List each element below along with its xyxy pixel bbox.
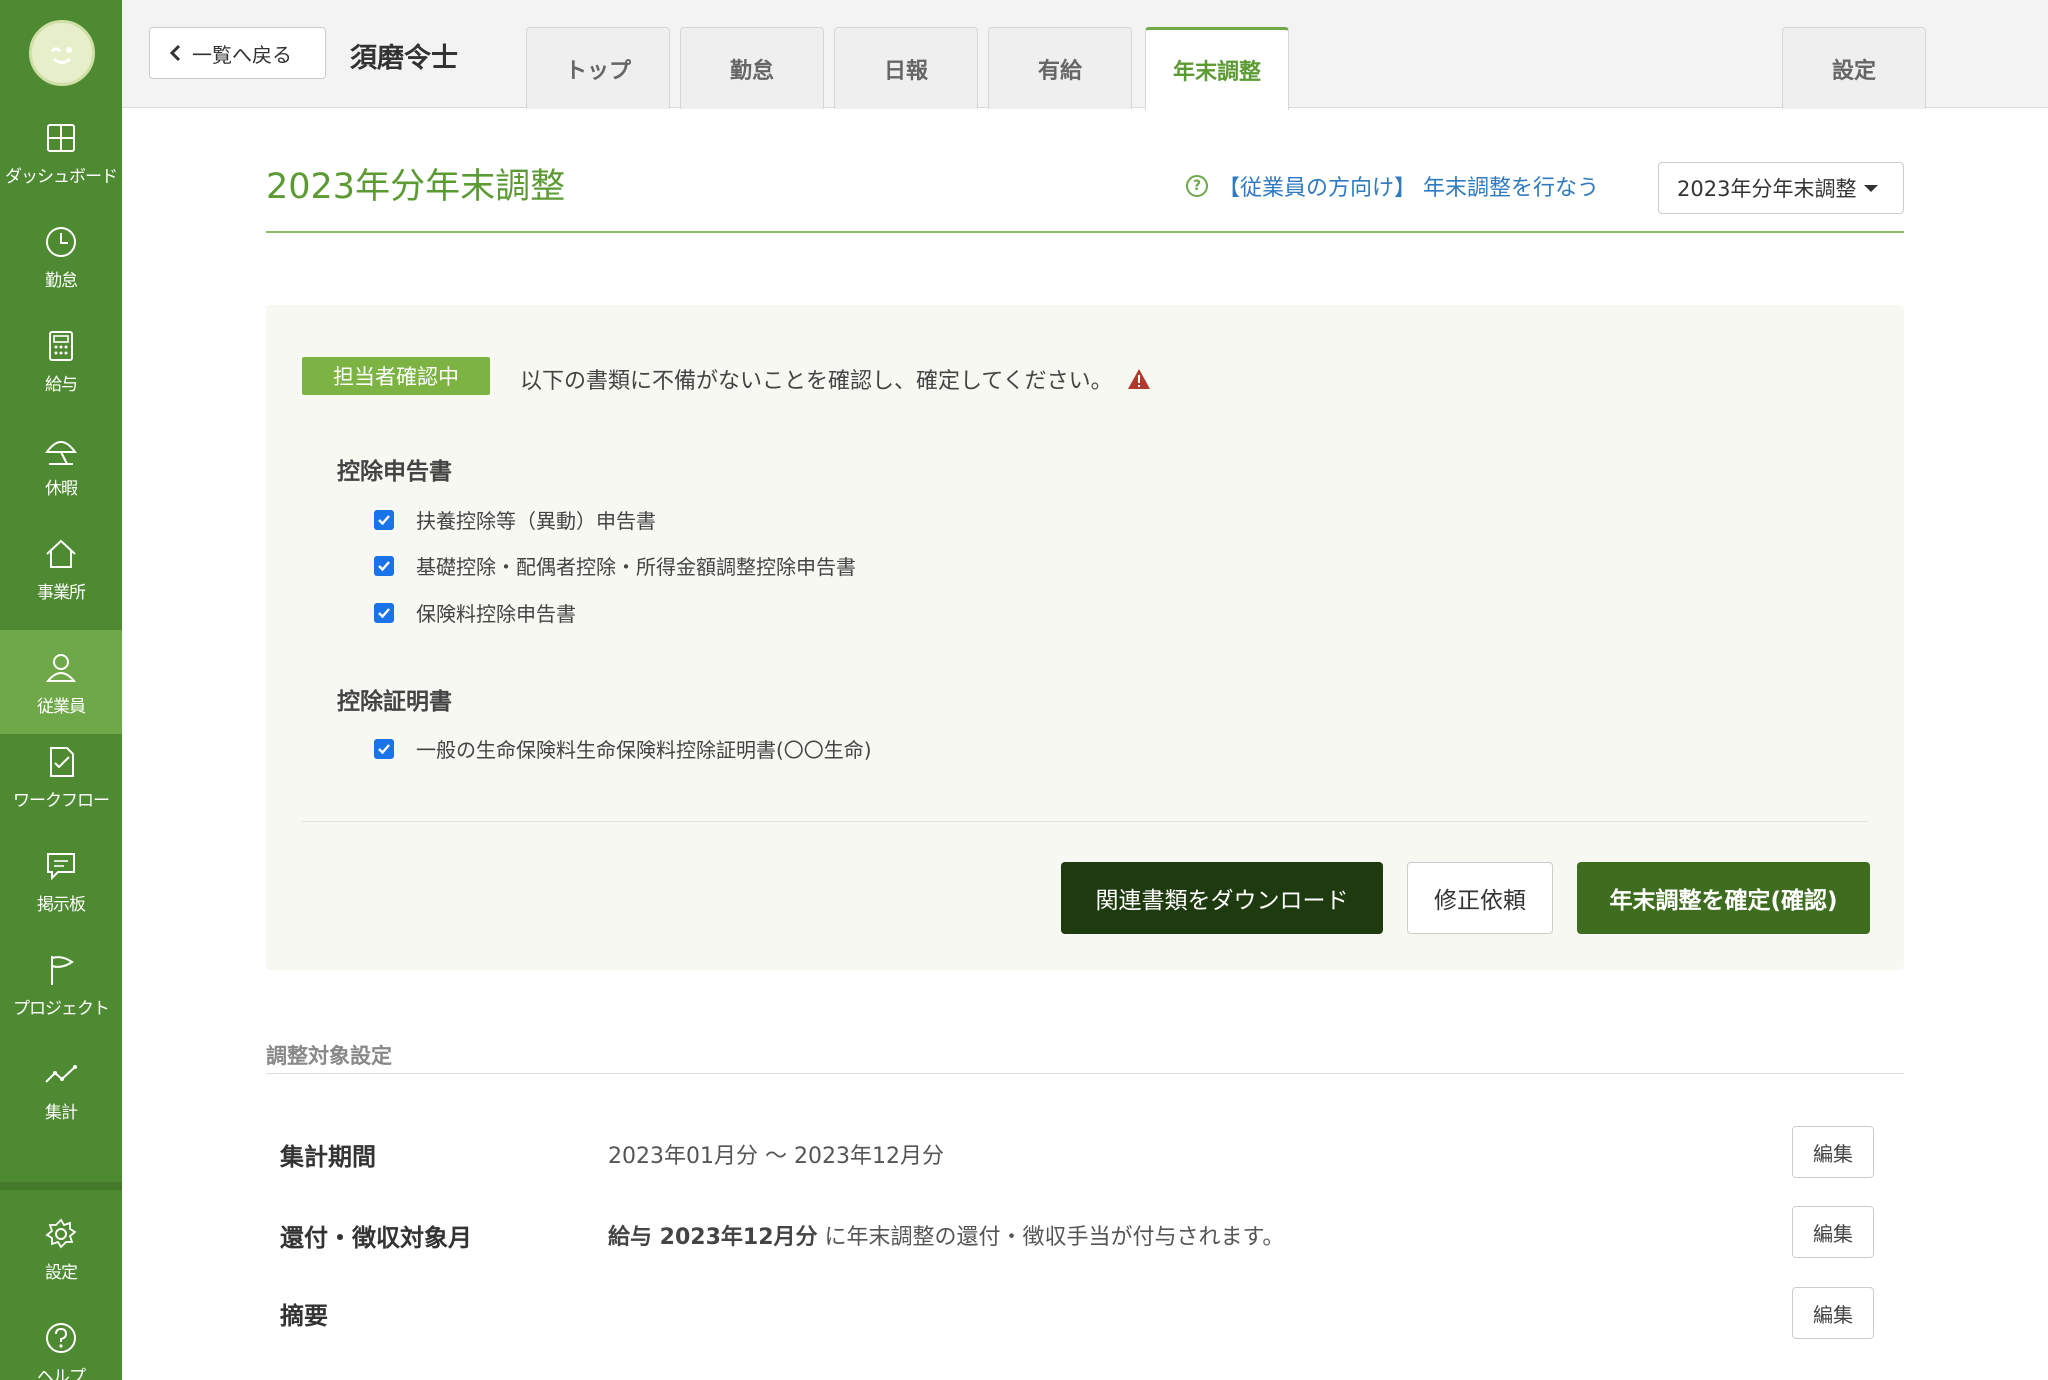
top-bar: 一覧へ戻る 須磨令士 トップ 勤怠 日報 有給 年末調整 設定: [122, 0, 2048, 110]
check-icon: [378, 607, 390, 618]
sidebar-item-workflow[interactable]: ワークフロー: [0, 724, 122, 828]
document-item-label: 基礎控除・配偶者控除・所得金額調整控除申告書: [416, 555, 856, 579]
document-item[interactable]: 基礎控除・配偶者控除・所得金額調整控除申告書: [374, 551, 856, 580]
gear-icon: [45, 1218, 77, 1248]
document-item[interactable]: 扶養控除等（異動）申告書: [374, 505, 656, 534]
sidebar-item-label: 事業所: [37, 582, 86, 603]
check-icon: [378, 514, 390, 525]
help-circle-icon: [46, 1322, 76, 1353]
flag-icon: [51, 955, 74, 985]
home-icon: [46, 539, 76, 568]
year-select-value: 2023年分年末調整: [1677, 177, 1857, 201]
wink-face-icon: [50, 47, 72, 64]
sidebar-item-payroll[interactable]: 給与: [0, 308, 122, 412]
umbrella-icon: [45, 440, 77, 465]
app-logo[interactable]: [29, 20, 95, 86]
sidebar: ダッシュボード 勤怠 給与 休暇 事業所 従業員 ワークフロー 掲示板 プロジェ…: [0, 0, 122, 1380]
employee-guide-link[interactable]: ? 【従業員の方向け】 年末調整を行なう: [1186, 170, 1599, 202]
back-button-label: 一覧へ戻る: [192, 42, 292, 67]
tab-paid-leave[interactable]: 有給: [988, 27, 1132, 109]
document-item-label: 保険料控除申告書: [416, 602, 576, 626]
sidebar-item-label: 設定: [45, 1262, 78, 1283]
sidebar-item-leave[interactable]: 休暇: [0, 412, 122, 516]
tab-top[interactable]: トップ: [526, 27, 670, 109]
period-value: 2023年01月分 〜 2023年12月分: [608, 1144, 944, 1169]
panel-divider: [302, 821, 1868, 822]
request-fix-button[interactable]: 修正依頼: [1407, 862, 1553, 934]
status-message-text: 以下の書類に不備がないことを確認し、確定してください。: [520, 369, 1113, 394]
edit-summary-button[interactable]: 編集: [1792, 1287, 1874, 1339]
check-icon: [378, 560, 390, 571]
person-icon: [45, 653, 77, 682]
status-message: 以下の書類に不備がないことを確認し、確定してください。: [520, 363, 1151, 395]
tab-year-end-adjustment[interactable]: 年末調整: [1145, 27, 1289, 110]
sidebar-item-reports[interactable]: 集計: [0, 1036, 122, 1140]
checkbox-checked[interactable]: [374, 509, 394, 530]
sidebar-item-label: 給与: [45, 374, 78, 395]
sidebar-item-project[interactable]: プロジェクト: [0, 932, 122, 1036]
chevron-left-icon: [169, 44, 181, 62]
sidebar-item-label: 休暇: [45, 478, 78, 499]
section-heading-deduction-forms: 控除申告書: [337, 459, 452, 485]
target-month-note: に年末調整の還付・徴収手当が付与されます。: [824, 1225, 1285, 1250]
title-divider: [266, 231, 1904, 233]
sidebar-item-dashboard[interactable]: ダッシュボード: [0, 100, 122, 204]
summary-label: 摘要: [280, 1302, 328, 1330]
sidebar-item-label: ワークフロー: [13, 790, 110, 811]
checkbox-checked[interactable]: [374, 555, 394, 576]
sidebar-item-help[interactable]: ヘルプ: [0, 1300, 122, 1380]
back-to-list-button[interactable]: 一覧へ戻る: [149, 27, 326, 79]
tab-daily-report[interactable]: 日報: [834, 27, 978, 109]
sidebar-item-label: ヘルプ: [37, 1366, 86, 1380]
target-month-payroll: 給与 2023年12月分: [608, 1225, 818, 1250]
sidebar-item-attendance[interactable]: 勤怠: [0, 204, 122, 308]
sidebar-item-label: 掲示板: [37, 894, 86, 915]
section-heading-deduction-certificates: 控除証明書: [337, 689, 452, 715]
checkbox-checked[interactable]: [374, 602, 394, 623]
caret-down-icon: [1864, 184, 1879, 192]
tab-attendance[interactable]: 勤怠: [680, 27, 824, 109]
edit-target-month-button[interactable]: 編集: [1792, 1206, 1874, 1258]
clock-icon: [46, 226, 76, 257]
warning-icon: [1127, 369, 1150, 389]
review-panel: 担当者確認中 以下の書類に不備がないことを確認し、確定してください。 控除申告書…: [266, 305, 1904, 970]
employee-guide-link-label: 【従業員の方向け】 年末調整を行なう: [1218, 176, 1599, 201]
checklist-icon: [50, 746, 74, 777]
page-title: 2023年分年末調整: [266, 167, 566, 207]
tab-settings[interactable]: 設定: [1782, 27, 1926, 109]
document-item[interactable]: 保険料控除申告書: [374, 598, 576, 627]
edit-period-button[interactable]: 編集: [1792, 1126, 1874, 1178]
sidebar-item-label: ダッシュボード: [5, 166, 118, 187]
download-documents-button[interactable]: 関連書類をダウンロード: [1061, 862, 1383, 934]
sidebar-item-label: プロジェクト: [13, 998, 110, 1019]
line-chart-icon: [45, 1064, 77, 1083]
chat-icon: [47, 852, 75, 880]
period-label: 集計期間: [280, 1143, 376, 1171]
sidebar-divider: [0, 1182, 122, 1190]
document-item-label: 扶養控除等（異動）申告書: [416, 509, 656, 533]
sidebar-item-board[interactable]: 掲示板: [0, 828, 122, 932]
document-item-label: 一般の生命保険料生命保険料控除証明書(〇〇生命): [416, 738, 872, 762]
sidebar-item-settings[interactable]: 設定: [0, 1196, 122, 1300]
sidebar-item-label: 集計: [45, 1102, 78, 1123]
settings-divider: [266, 1073, 1904, 1074]
year-select[interactable]: 2023年分年末調整: [1658, 162, 1904, 214]
target-month-value: 給与 2023年12月分 に年末調整の還付・徴収手当が付与されます。: [608, 1219, 1284, 1251]
document-item[interactable]: 一般の生命保険料生命保険料控除証明書(〇〇生命): [374, 734, 872, 763]
checkbox-checked[interactable]: [374, 738, 394, 759]
sidebar-item-employees[interactable]: 従業員: [0, 630, 122, 734]
check-icon: [378, 743, 390, 754]
confirm-adjustment-button[interactable]: 年末調整を確定(確認): [1577, 862, 1870, 934]
dashboard-icon: [47, 123, 75, 152]
employee-name: 須磨令士: [350, 43, 458, 74]
question-icon: ?: [1186, 175, 1208, 197]
calculator-icon: [49, 330, 73, 361]
sidebar-item-label: 従業員: [37, 696, 86, 717]
target-month-label: 還付・徴収対象月: [280, 1224, 472, 1252]
status-badge: 担当者確認中: [302, 357, 490, 395]
sidebar-item-office[interactable]: 事業所: [0, 516, 122, 620]
sidebar-item-label: 勤怠: [45, 270, 78, 291]
settings-section-heading: 調整対象設定: [266, 1044, 392, 1068]
